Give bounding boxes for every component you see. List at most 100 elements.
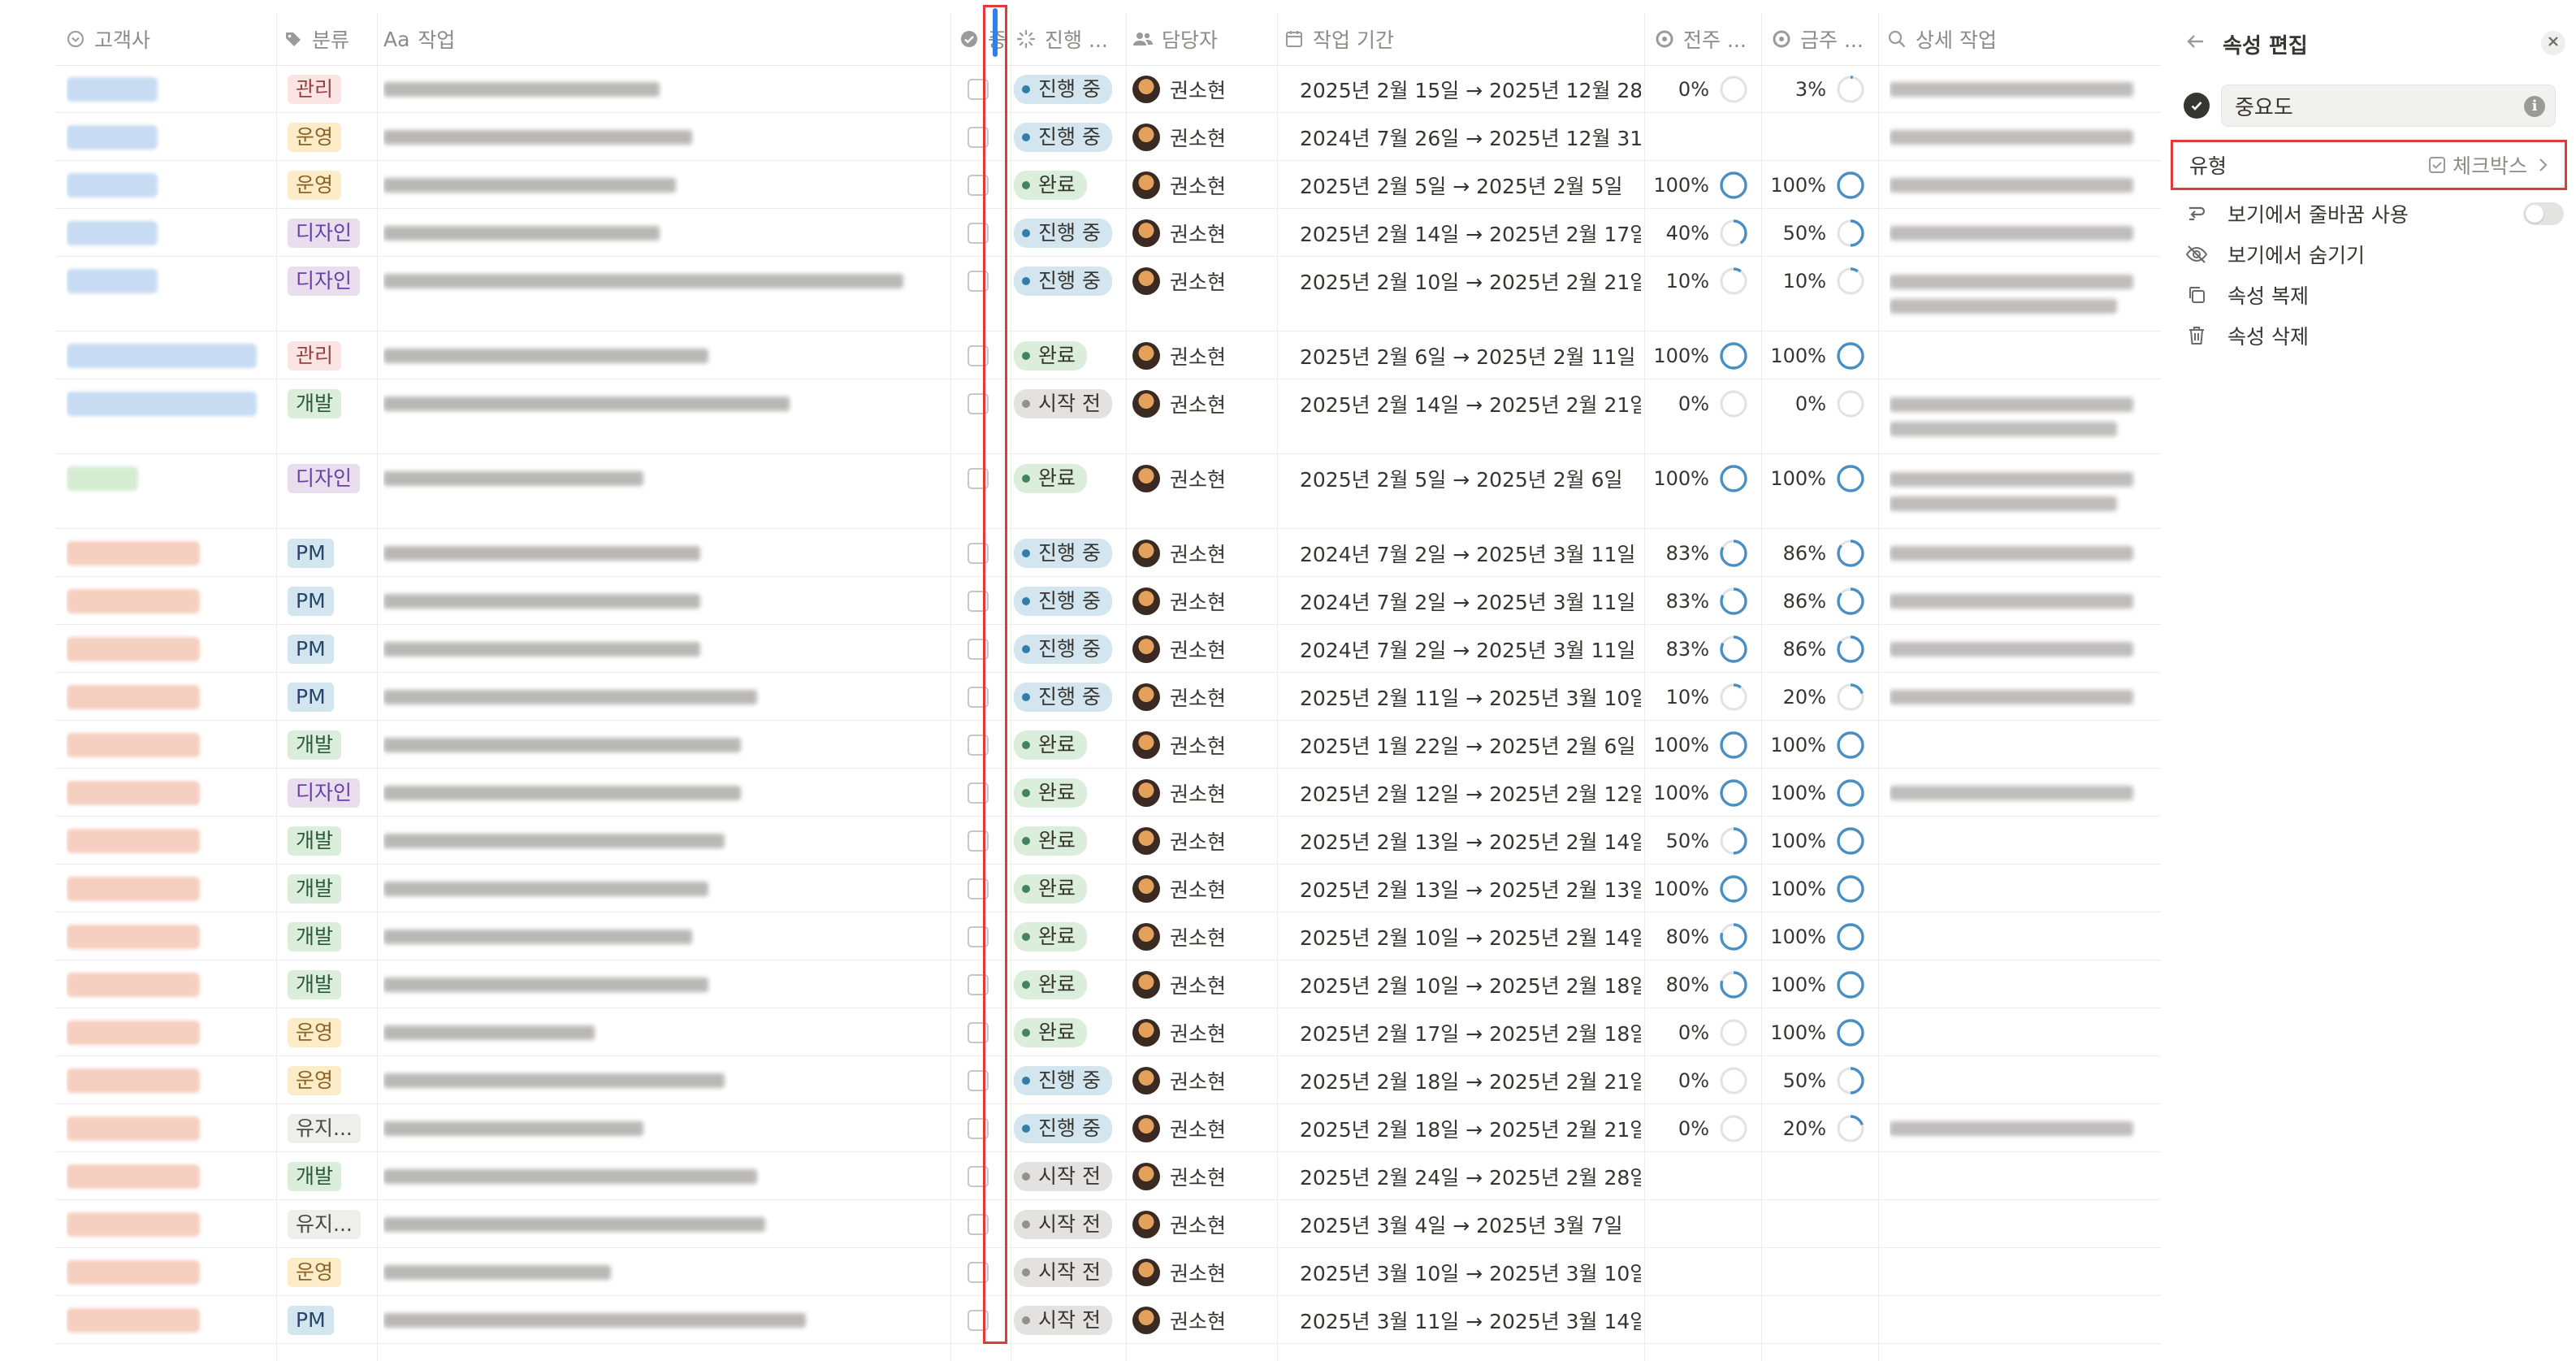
cell-assignee[interactable]: 권소현 [1132, 529, 1279, 578]
cell-task[interactable] [383, 625, 944, 674]
cell-detail[interactable] [1890, 257, 2158, 332]
cell-last-week[interactable]: 0% [1644, 379, 1761, 428]
panel-menu-item[interactable]: 속성 삭제 [2184, 317, 2565, 354]
table-row[interactable]: 개발 시작 전 권소현 2025년 2월 24일 → 2025년 2월 28일 [55, 1152, 2161, 1200]
importance-checkbox[interactable] [968, 271, 989, 292]
cell-task[interactable] [383, 1008, 944, 1057]
cell-last-week[interactable]: 10% [1644, 257, 1761, 306]
cell-task[interactable] [383, 1248, 944, 1297]
cell-this-week[interactable]: 100% [1761, 960, 1878, 1009]
cell-progress[interactable]: 시작 전 [1014, 1200, 1124, 1249]
panel-menu-item[interactable]: 보기에서 숨기기 [2184, 236, 2565, 273]
table-row[interactable]: 운영 완료 권소현 2025년 2월 17일 → 2025년 2월 18일 0% 100% [55, 1008, 2161, 1056]
cell-progress[interactable]: 시작 전 [1014, 1296, 1124, 1345]
header-importance[interactable]: 중 [959, 13, 1007, 65]
importance-checkbox[interactable] [968, 1022, 989, 1043]
cell-category[interactable]: 개발 [288, 865, 375, 913]
cell-client[interactable] [67, 257, 270, 306]
type-selector[interactable]: 유형 체크박스 [2171, 140, 2567, 190]
cell-period[interactable]: 2025년 2월 12일 → 2025년 2월 12일 [1300, 769, 1641, 817]
cell-detail[interactable] [1890, 577, 2158, 625]
cell-task[interactable] [383, 1056, 944, 1105]
importance-checkbox[interactable] [968, 468, 989, 489]
cell-this-week[interactable]: 86% [1761, 577, 1878, 626]
importance-checkbox[interactable] [968, 1070, 989, 1091]
cell-detail[interactable] [1890, 673, 2158, 721]
cell-client[interactable] [67, 529, 270, 578]
cell-category[interactable]: 개발 [288, 1152, 375, 1201]
importance-checkbox[interactable] [968, 782, 989, 804]
cell-period[interactable]: 2025년 2월 10일 → 2025년 2월 14일 [1300, 912, 1641, 961]
cell-detail[interactable] [1890, 1200, 2158, 1248]
cell-detail[interactable] [1890, 625, 2158, 673]
panel-menu-item[interactable]: 속성 복제 [2184, 276, 2565, 314]
table-row[interactable]: 개발 완료 권소현 2025년 2월 10일 → 2025년 2월 14일 80% 100… [55, 912, 2161, 960]
cell-client[interactable] [67, 1200, 270, 1249]
checkbox-type-icon[interactable] [2184, 93, 2210, 119]
cell-this-week[interactable]: 100% [1761, 721, 1878, 769]
table-row[interactable]: 유지... 진행 중 권소현 2025년 2월 18일 → 2025년 2월 21일 0… [55, 1104, 2161, 1152]
cell-detail[interactable] [1890, 865, 2158, 912]
table-row[interactable]: PM 진행 중 권소현 2024년 7월 2일 → 2025년 3월 11일 83% 86… [55, 625, 2161, 673]
cell-period[interactable]: 2025년 3월 4일 → 2025년 3월 7일 [1300, 1200, 1641, 1249]
cell-period[interactable]: 2025년 2월 11일 → 2025년 3월 10일 [1300, 673, 1641, 722]
cell-category[interactable]: 운영 [288, 1008, 375, 1057]
cell-this-week[interactable]: 100% [1761, 332, 1878, 380]
cell-task[interactable] [383, 1152, 944, 1201]
cell-client[interactable] [67, 332, 270, 380]
cell-last-week[interactable]: 83% [1644, 625, 1761, 674]
cell-assignee[interactable]: 권소현 [1132, 1008, 1279, 1057]
importance-checkbox[interactable] [968, 878, 989, 899]
cell-detail[interactable] [1890, 817, 2158, 865]
importance-checkbox[interactable] [968, 687, 989, 708]
cell-last-week[interactable]: 100% [1644, 161, 1761, 210]
cell-last-week[interactable]: 50% [1644, 817, 1761, 865]
table-row[interactable]: 운영 시작 전 권소현 2025년 3월 10일 → 2025년 3월 10일 [55, 1248, 2161, 1296]
cell-assignee[interactable]: 권소현 [1132, 912, 1279, 961]
cell-this-week[interactable]: 10% [1761, 257, 1878, 306]
cell-task[interactable] [383, 769, 944, 817]
cell-assignee[interactable]: 권소현 [1132, 960, 1279, 1009]
cell-detail[interactable] [1890, 65, 2158, 113]
cell-progress[interactable]: 진행 중 [1014, 577, 1124, 626]
cell-detail[interactable] [1890, 209, 2158, 257]
cell-last-week[interactable]: 0% [1644, 1056, 1761, 1105]
cell-detail[interactable] [1890, 912, 2158, 960]
cell-category[interactable]: 유지... [288, 1200, 375, 1249]
cell-last-week[interactable]: 0% [1644, 1008, 1761, 1057]
cell-this-week[interactable] [1761, 113, 1878, 162]
cell-client[interactable] [67, 673, 270, 722]
cell-assignee[interactable]: 권소현 [1132, 625, 1279, 674]
cell-period[interactable]: 2025년 1월 22일 → 2025년 2월 6일 [1300, 721, 1641, 769]
cell-last-week[interactable]: 83% [1644, 529, 1761, 578]
cell-period[interactable]: 2025년 2월 24일 → 2025년 2월 28일 [1300, 1152, 1641, 1201]
cell-task[interactable] [383, 960, 944, 1009]
header-detail[interactable]: 상세 작업 [1886, 13, 2154, 65]
cell-period[interactable]: 2025년 3월 10일 → 2025년 3월 10일 [1300, 1248, 1641, 1297]
cell-assignee[interactable]: 권소현 [1132, 577, 1279, 626]
header-progress[interactable]: 진행 ... [1015, 13, 1121, 65]
cell-client[interactable] [67, 769, 270, 817]
cell-progress[interactable]: 시작 전 [1014, 379, 1124, 428]
cell-progress[interactable]: 진행 중 [1014, 257, 1124, 306]
cell-task[interactable] [383, 577, 944, 626]
cell-category[interactable]: PM [288, 625, 375, 674]
cell-this-week[interactable]: 100% [1761, 454, 1878, 503]
cell-this-week[interactable]: 100% [1761, 161, 1878, 210]
cell-assignee[interactable]: 권소현 [1132, 721, 1279, 769]
cell-progress[interactable]: 진행 중 [1014, 673, 1124, 722]
cell-this-week[interactable]: 86% [1761, 529, 1878, 578]
cell-assignee[interactable]: 권소현 [1132, 161, 1279, 210]
close-button[interactable] [2541, 31, 2565, 55]
importance-checkbox[interactable] [968, 79, 989, 100]
cell-assignee[interactable]: 권소현 [1132, 1056, 1279, 1105]
cell-detail[interactable] [1890, 529, 2158, 577]
cell-period[interactable]: 2025년 2월 18일 → 2025년 2월 21일 [1300, 1056, 1641, 1105]
cell-category[interactable]: PM [288, 577, 375, 626]
cell-progress[interactable]: 진행 중 [1014, 65, 1124, 114]
table-row[interactable]: 개발 완료 권소현 2025년 2월 10일 → 2025년 2월 18일 80% 100… [55, 960, 2161, 1008]
cell-assignee[interactable]: 권소현 [1132, 1200, 1279, 1249]
property-name-input[interactable]: 중요도 i [2221, 85, 2556, 127]
table-row[interactable]: 디자인 완료 권소현 2025년 2월 5일 → 2025년 2월 6일 100% 100… [55, 454, 2161, 529]
table-row[interactable]: PM 진행 중 권소현 2024년 7월 2일 → 2025년 3월 11일 83% 86… [55, 577, 2161, 625]
